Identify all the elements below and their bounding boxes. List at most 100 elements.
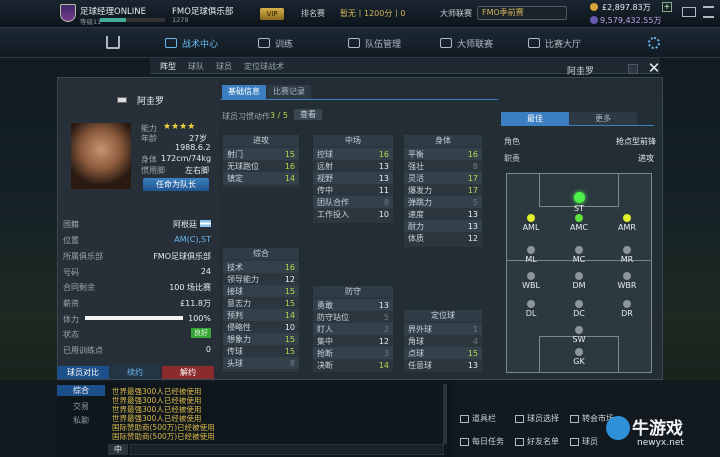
subtab-team[interactable]: 球队 <box>188 61 204 72</box>
attr-name: 弹跳力 <box>408 197 432 207</box>
nav-tactics[interactable]: 战术中心 <box>165 28 218 58</box>
position-label: SW <box>572 335 586 344</box>
attr-value: 15 <box>284 149 295 159</box>
nav-match[interactable]: 比赛大厅 <box>528 28 581 58</box>
top-bar: 足球经理ONLINE 等级11 FMO足球俱乐部 1279 VIP 排名赛 暂无… <box>0 0 720 28</box>
chat-line: 世界最强300人已经被使用 <box>112 396 202 405</box>
tab-basic[interactable]: 基础信息 <box>222 85 266 99</box>
player-photo <box>71 123 131 189</box>
subtab-players[interactable]: 球员 <box>216 61 232 72</box>
master-info[interactable]: FMO季前赛 <box>477 6 567 20</box>
add-coins-button[interactable]: + <box>662 2 672 12</box>
habit-value: 3 / 5 <box>270 111 288 120</box>
position-aml: AML <box>511 214 551 232</box>
attr-name: 技术 <box>227 262 243 272</box>
team-icon <box>348 38 360 48</box>
captain-button[interactable]: 任命为队长 <box>143 178 209 191</box>
position-wbl: WBL <box>511 272 551 290</box>
nationality-flag-icon <box>200 220 211 227</box>
attr-name: 界外球 <box>408 324 432 334</box>
position-dm: DM <box>559 272 599 290</box>
tab-records[interactable]: 比赛记录 <box>267 85 311 99</box>
body-value: 172cm/74kg <box>161 154 212 163</box>
info-nationality-label: 国籍 <box>63 220 79 229</box>
body-label: 身体 <box>141 155 157 164</box>
chat-input-label[interactable]: 中 <box>108 444 128 455</box>
attr-name: 爆发力 <box>408 185 432 195</box>
attr-name: 任意球 <box>408 360 432 370</box>
minimize-button[interactable] <box>628 64 638 74</box>
position-mc: MC <box>559 246 599 264</box>
subtab-formation[interactable]: 阵型 <box>160 61 176 72</box>
rank-label[interactable]: 排名赛 <box>301 8 325 19</box>
home-icon[interactable] <box>106 36 120 49</box>
player-select-button[interactable]: 球员选择 <box>515 413 559 424</box>
attr-row: 技术 16 <box>223 261 299 273</box>
master-label[interactable]: 大师联赛 <box>440 8 472 19</box>
attr-general-title: 综合 <box>223 248 299 259</box>
chat-tab-private[interactable]: 私聊 <box>57 415 105 426</box>
attr-name: 角球 <box>408 336 424 346</box>
coin-icon <box>590 3 598 11</box>
info-position-label: 位置 <box>63 236 79 245</box>
attr-midfield: 中场 控球 16 远射 13 视野 13 传中 11 团队合作 8 工作投入 10 <box>313 135 393 223</box>
position-amc: AMC <box>559 214 599 232</box>
mail-icon[interactable] <box>682 7 696 17</box>
attr-name: 预判 <box>227 310 243 320</box>
chat-line: 国际赞助商(500万)已经被使用 <box>112 432 215 441</box>
attr-name: 团队合作 <box>317 197 349 207</box>
subtab-setpieces[interactable]: 定位球战术 <box>244 61 284 72</box>
position-dot <box>623 272 631 280</box>
attr-general: 综合 技术 16 领导能力 12 接球 15 意志力 15 预判 14 侵略性 10 想象力 15 传球 15… <box>223 248 299 372</box>
attr-value: 13 <box>378 300 389 310</box>
chat-line: 世界最强300人已经被使用 <box>112 405 202 414</box>
info-training-label: 已用训练点 <box>63 346 103 355</box>
attr-name: 领导能力 <box>227 274 259 284</box>
chat-tab-trade[interactable]: 交易 <box>57 401 105 412</box>
renew-button[interactable]: 续约 <box>110 366 160 379</box>
attr-row: 体质 12 <box>404 232 482 244</box>
nav-team[interactable]: 队伍管理 <box>348 28 401 58</box>
info-status-label: 状态 <box>63 330 79 339</box>
position-dot <box>527 214 535 222</box>
position-label: AML <box>522 223 540 232</box>
habit-view-button[interactable]: 查看 <box>294 109 322 120</box>
foot-value: 左右脚 <box>185 166 209 175</box>
chat-tab-all[interactable]: 综合 <box>57 385 105 396</box>
attr-name: 决断 <box>317 360 333 370</box>
inventory-button[interactable]: 道具栏 <box>460 413 496 424</box>
status-badge: 良好 <box>191 328 211 338</box>
nav-training[interactable]: 训练 <box>258 28 293 58</box>
vip-badge[interactable]: VIP <box>260 8 284 20</box>
position-pitch: ST AML AMC AMR ML MC MR WBL DM WBR DL DC DR SW GK <box>506 173 652 373</box>
players-button[interactable]: 球员 <box>570 436 598 447</box>
attr-row: 侵略性 10 <box>223 321 299 333</box>
menu-icon[interactable] <box>703 6 714 18</box>
attr-name: 勇敢 <box>317 300 333 310</box>
attr-name: 远射 <box>317 161 333 171</box>
settings-icon[interactable] <box>648 37 660 49</box>
release-button[interactable]: 解约 <box>162 366 214 379</box>
nav-master[interactable]: 大师联赛 <box>440 28 493 58</box>
compare-button[interactable]: 球员对比 <box>57 366 109 379</box>
attr-physical: 身体 平衡 16 强壮 8 灵活 17 爆发力 17 弹跳力 5 速度 13 耐力 13 体质 12 <box>404 135 482 247</box>
attr-name: 耐力 <box>408 221 424 231</box>
position-dot <box>527 272 535 280</box>
tab-more[interactable]: 更多 <box>569 112 637 125</box>
position-dot <box>623 214 631 222</box>
attr-value: 17 <box>467 185 478 195</box>
chat-scrollbar[interactable] <box>443 384 447 444</box>
role-value: 抢点型前锋 <box>616 137 656 146</box>
profile-section: 阿圭罗 能力 ★★★★ 年龄 27岁 1988.6.2 身体 172cm/74k… <box>59 79 219 369</box>
tab-best[interactable]: 最佳 <box>501 112 569 125</box>
attr-name: 平衡 <box>408 149 424 159</box>
position-label: MC <box>572 255 586 264</box>
attr-name: 盯人 <box>317 324 333 334</box>
nav-bar: 战术中心 训练 队伍管理 大师联赛 比赛大厅 <box>0 28 720 58</box>
attr-midfield-title: 中场 <box>313 135 393 146</box>
chat-input[interactable] <box>130 444 444 455</box>
attr-setpiece: 定位球 界外球 1 角球 4 点球 15 任意球 13 <box>404 310 482 372</box>
close-icon[interactable]: ✕ <box>646 60 662 76</box>
friends-button[interactable]: 好友名单 <box>515 436 559 447</box>
daily-task-button[interactable]: 每日任务 <box>460 436 504 447</box>
